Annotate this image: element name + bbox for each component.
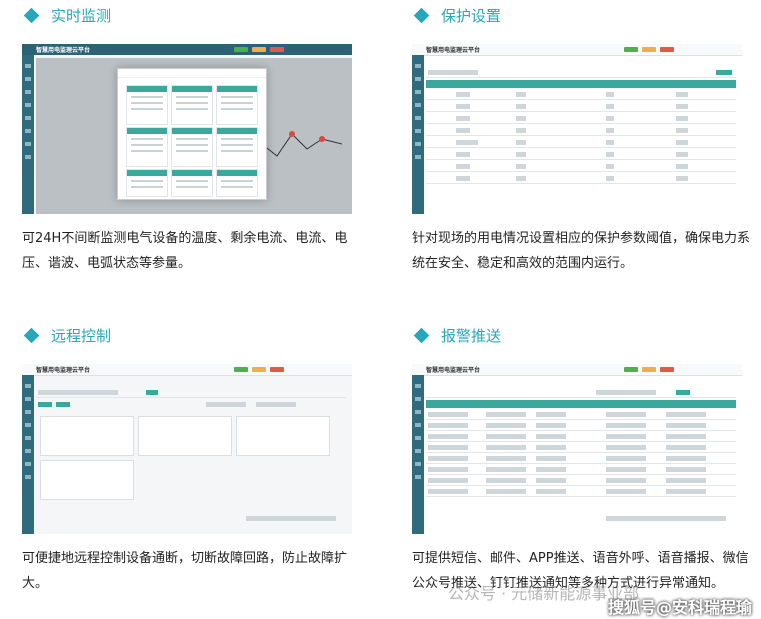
protection-settings-screenshot: 智慧用电监理云平台 [412, 44, 742, 214]
feature-title-text: 报警推送 [441, 326, 502, 345]
feature-description: 可便捷地远程控制设备通断，切断故障回路，防止故障扩大。 [22, 551, 348, 591]
feature-title: 实时监测 [22, 2, 111, 28]
device-card[interactable] [40, 416, 134, 456]
device-detail-modal [117, 68, 267, 200]
diamond-bullet-icon [23, 7, 40, 23]
app-header: 智慧用电监理云平台 [412, 364, 742, 376]
realtime-monitoring-screenshot: 智慧用电监理云平台 [22, 44, 352, 214]
sidebar [22, 55, 34, 214]
device-card[interactable] [236, 416, 330, 456]
sohu-watermark: 搜狐号@安科瑞程瑜 [608, 598, 753, 617]
sidebar [22, 375, 34, 534]
app-header: 智慧用电监理云平台 [22, 44, 352, 55]
feature-title-text: 远程控制 [51, 326, 112, 345]
sidebar [412, 55, 424, 214]
device-card[interactable] [40, 460, 134, 500]
app-header: 智慧用电监理云平台 [412, 44, 742, 56]
feature-title: 保护设置 [412, 2, 501, 28]
remote-control-screenshot: 智慧用电监理云平台 [22, 364, 352, 534]
feature-description: 针对现场的用电情况设置相应的保护参数阈值，确保电力系统在安全、稳定和高效的范围内… [412, 231, 751, 271]
diamond-bullet-icon [23, 327, 40, 343]
app-header: 智慧用电监理云平台 [22, 364, 352, 376]
app-name: 智慧用电监理云平台 [426, 47, 481, 54]
app-name: 智慧用电监理云平台 [36, 47, 91, 54]
diamond-bullet-icon [413, 327, 430, 343]
feature-title-text: 保护设置 [441, 6, 502, 25]
sidebar [412, 375, 424, 534]
diamond-bullet-icon [413, 7, 430, 23]
alarm-push-screenshot: 智慧用电监理云平台 [412, 364, 742, 534]
feature-title-text: 实时监测 [51, 6, 112, 25]
feature-title: 远程控制 [22, 322, 111, 348]
app-name: 智慧用电监理云平台 [426, 367, 481, 374]
feature-description: 可24H不间断监测电气设备的温度、剩余电流、电流、电压、谐波、电弧状态等参量。 [22, 231, 348, 271]
device-card[interactable] [138, 416, 232, 456]
feature-title: 报警推送 [412, 322, 501, 348]
app-name: 智慧用电监理云平台 [36, 367, 91, 374]
